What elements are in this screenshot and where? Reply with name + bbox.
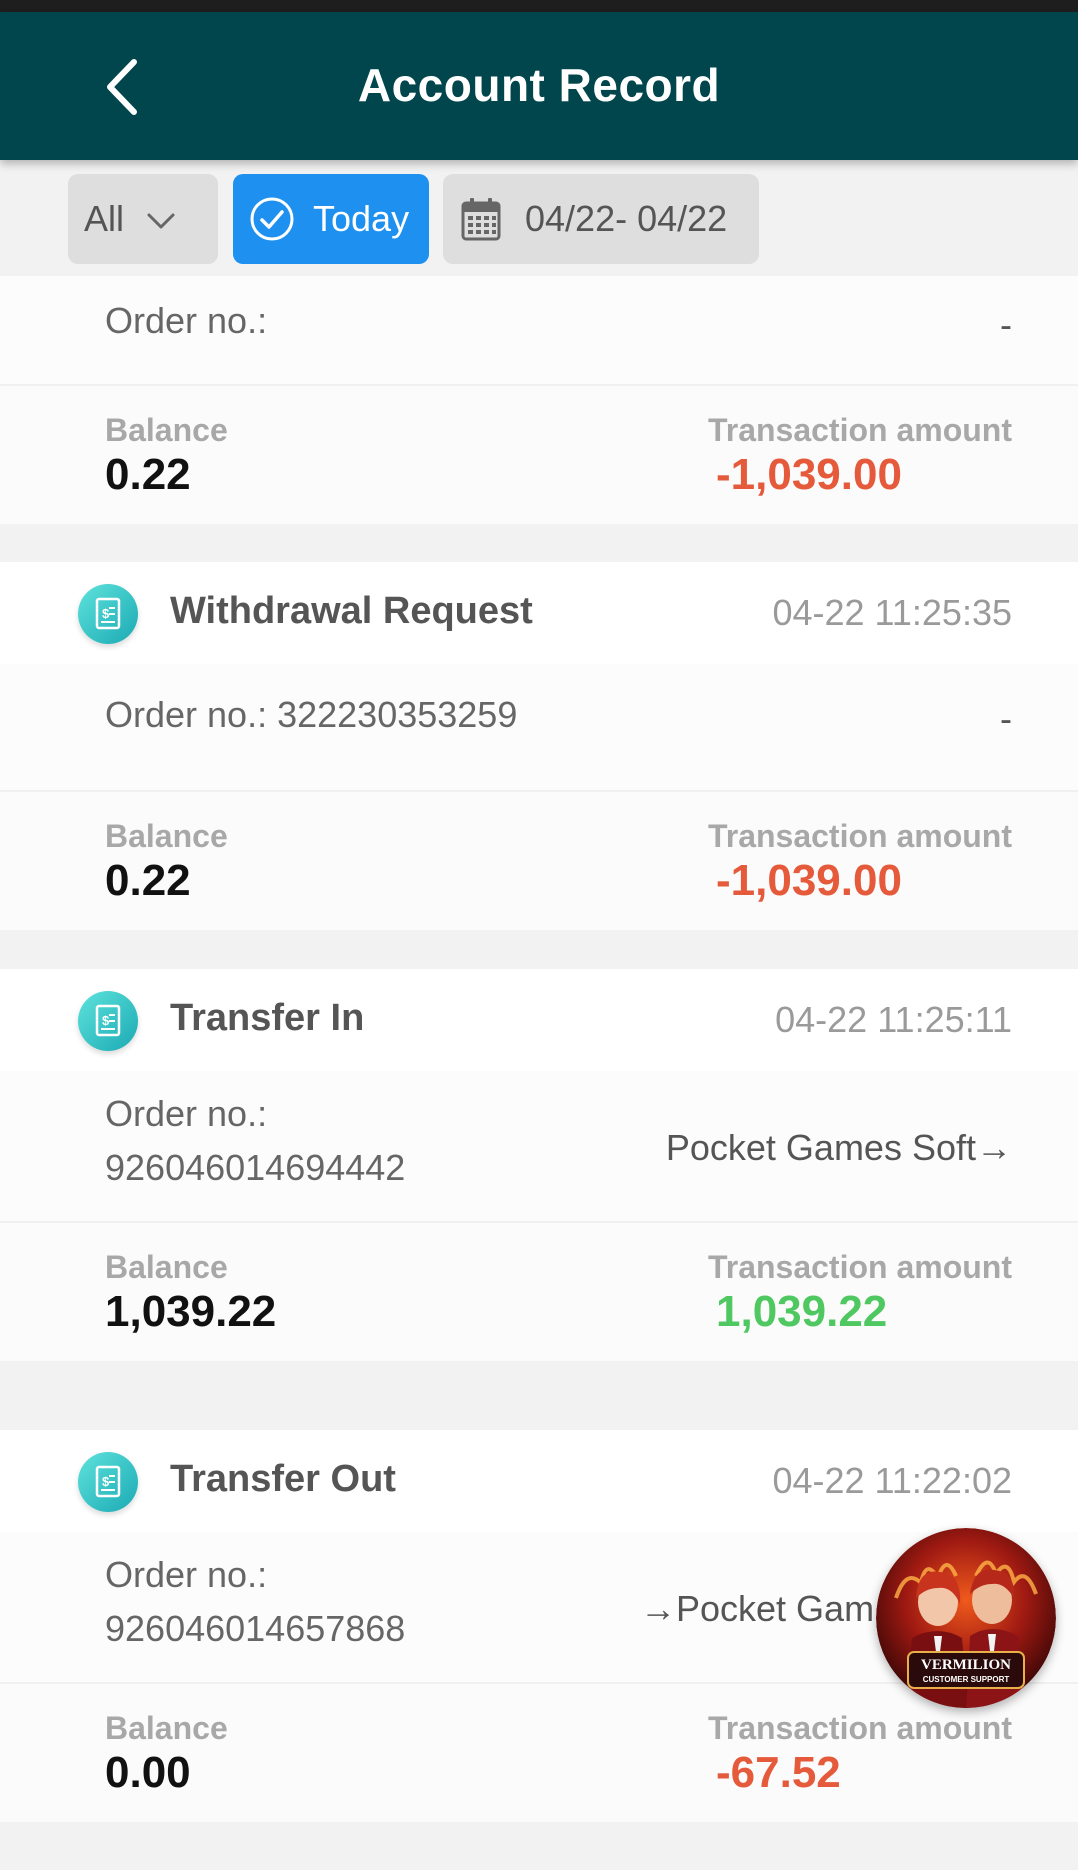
order-right-text: Pocket Games Soft→ — [665, 1127, 1012, 1168]
record-time: 04-22 11:22:02 — [772, 1460, 1012, 1501]
date-range-value: 04/22- 04/22 — [525, 198, 728, 239]
balance-label: Balance — [105, 1249, 228, 1285]
amount-value: -1,039.00 — [716, 450, 902, 499]
today-label: Today — [313, 198, 410, 239]
order-number: Order no.: 322230353259 — [105, 688, 517, 742]
svg-text:$: $ — [102, 606, 110, 621]
balance-row: Balance 0.22 Transaction amount -1,039.0… — [0, 384, 1078, 524]
customer-support-avatar: VERMILION CUSTOMER SUPPORT — [876, 1528, 1056, 1708]
order-right-text: - — [1000, 304, 1012, 345]
record-type: Transfer In — [170, 997, 365, 1039]
record-type: Transfer Out — [170, 1458, 396, 1500]
app-header: Account Record — [0, 12, 1078, 160]
status-bar — [0, 0, 1078, 12]
record-card[interactable]: $ Transfer In 04-22 11:25:11 Order no.: … — [0, 969, 1078, 1361]
balance-value: 0.22 — [105, 856, 191, 905]
amount-value: -1,039.00 — [716, 856, 902, 905]
balance-row: Balance 1,039.22 Transaction amount 1,03… — [0, 1221, 1078, 1361]
record-type: Withdrawal Request — [170, 590, 533, 632]
receipt-icon: $ — [78, 584, 138, 644]
balance-value: 1,039.22 — [105, 1287, 277, 1336]
order-label: Order no.: — [105, 1554, 268, 1595]
order-number: Order no.: 926046014657868 — [105, 1548, 405, 1656]
order-row: Order no.: 322230353259 - — [0, 664, 1078, 790]
order-row: Order no.: - — [0, 276, 1078, 384]
record-card[interactable]: $ Withdrawal Request 04-22 11:25:35 Orde… — [0, 562, 1078, 930]
order-label: Order no.: — [105, 694, 268, 735]
order-value: 322230353259 — [277, 694, 518, 735]
amount-value: 1,039.22 — [716, 1287, 888, 1336]
support-caption: CUSTOMER SUPPORT — [923, 1675, 1010, 1684]
record-time: 04-22 11:25:35 — [772, 592, 1012, 633]
order-value: 926046014657868 — [105, 1608, 406, 1649]
amount-label: Transaction amount — [707, 1710, 1012, 1746]
today-filter-button[interactable]: Today — [233, 174, 429, 264]
receipt-icon: $ — [78, 1452, 138, 1512]
type-filter-value: All — [84, 198, 125, 239]
record-card[interactable]: Order no.: - Balance 0.22 Transaction am… — [0, 276, 1078, 524]
order-label: Order no.: — [105, 1093, 268, 1134]
type-filter-dropdown[interactable]: All — [68, 174, 218, 264]
balance-value: 0.22 — [105, 450, 191, 499]
balance-label: Balance — [105, 818, 228, 854]
amount-label: Transaction amount — [707, 412, 1012, 448]
order-row: Order no.: 926046014694442 Pocket Games … — [0, 1071, 1078, 1221]
filter-bar: All Today 04/22- 04/22 — [0, 160, 1078, 276]
support-brand: VERMILION — [921, 1657, 1011, 1673]
calendar-icon — [461, 198, 501, 241]
balance-label: Balance — [105, 412, 228, 448]
order-value: 926046014694442 — [105, 1147, 406, 1188]
order-label: Order no.: — [105, 300, 268, 341]
date-range-picker[interactable]: 04/22- 04/22 — [443, 174, 759, 264]
svg-text:$: $ — [102, 1013, 110, 1028]
order-right-text: →Pocket Gam — [640, 1588, 875, 1629]
balance-value: 0.00 — [105, 1748, 191, 1797]
check-circle-icon — [250, 197, 294, 241]
record-header: $ Withdrawal Request 04-22 11:25:35 — [0, 562, 1078, 664]
amount-value: -67.52 — [716, 1748, 841, 1797]
order-right-text: - — [1000, 698, 1012, 739]
order-number: Order no.: 926046014694442 — [105, 1087, 405, 1195]
balance-row: Balance 0.00 Transaction amount -67.52 — [0, 1682, 1078, 1822]
page-title: Account Record — [357, 59, 721, 111]
record-header: $ Transfer Out 04-22 11:22:02 — [0, 1430, 1078, 1532]
receipt-icon: $ — [78, 991, 138, 1051]
amount-label: Transaction amount — [707, 1249, 1012, 1285]
customer-support-button[interactable]: VERMILION CUSTOMER SUPPORT — [876, 1528, 1056, 1708]
balance-label: Balance — [105, 1710, 228, 1746]
record-header: $ Transfer In 04-22 11:25:11 — [0, 969, 1078, 1071]
record-time: 04-22 11:25:11 — [775, 999, 1012, 1040]
amount-label: Transaction amount — [707, 818, 1012, 854]
svg-text:$: $ — [102, 1474, 110, 1489]
chevron-down-icon — [147, 213, 175, 229]
balance-row: Balance 0.22 Transaction amount -1,039.0… — [0, 790, 1078, 930]
